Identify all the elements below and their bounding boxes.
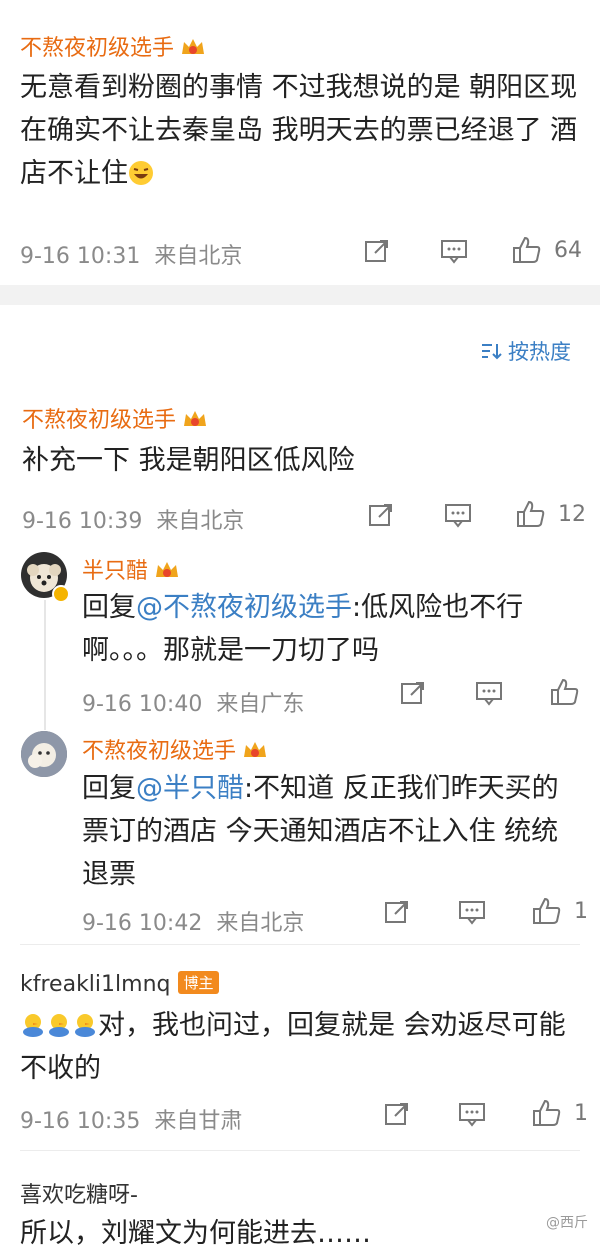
verified-badge-icon [52,585,70,603]
reply-1-meta: 9-16 10:40 来自广东 [82,692,305,717]
like-button[interactable]: 12 [516,500,586,528]
top-comment-meta: 9-16 10:31 来自北京 [20,244,243,269]
comment-icon[interactable] [458,899,486,925]
comment-3-meta: 9-16 10:35 来自甘肃 [20,1109,243,1134]
thread-username[interactable]: 不熬夜初级选手 [22,402,208,434]
mention-link[interactable]: @半只醋 [136,773,244,804]
sort-by-hot-button[interactable]: 按热度 [480,336,571,366]
like-button[interactable]: 64 [512,236,582,264]
comment-4-username[interactable]: 喜欢吃糖呀- [20,1177,138,1209]
reply-2-meta: 9-16 10:42 来自北京 [82,911,305,936]
comment-icon[interactable] [475,680,503,706]
like-button[interactable]: 1 [532,897,588,925]
mention-link[interactable]: @不熬夜初级选手 [136,592,352,623]
like-count: 64 [554,237,582,263]
share-icon[interactable] [364,238,390,264]
crown-badge-icon [244,742,267,757]
comment-icon[interactable] [444,502,472,528]
comment-separator [20,1150,580,1151]
thumbs-up-icon [513,236,541,263]
section-divider [0,285,600,305]
crown-badge-icon [156,562,179,577]
like-count: 1 [574,1100,588,1126]
crown-badge-icon [182,39,205,54]
like-count: 12 [558,501,586,527]
lamb-avatar-icon [21,731,67,777]
sort-icon [482,344,502,360]
thread-connector-line [44,600,46,730]
thumbs-up-icon [551,678,579,705]
thumbs-up-icon [533,897,561,924]
thumbs-up-icon [517,500,545,527]
comment-3-username[interactable]: kfreakli1lmnq 博主 [20,971,219,997]
reply-2-text: 回复@半只醋:不知道 反正我们昨天买的票订的酒店 今天通知酒店不让入住 统统退票 [82,773,559,890]
thread-main-meta: 9-16 10:39 来自北京 [22,509,245,534]
share-icon[interactable] [368,502,394,528]
comment-icon[interactable] [440,238,468,264]
thread-main-text: 补充一下 我是朝阳区低风险 [22,445,355,476]
duck-emoji-icon [75,1014,95,1037]
top-comment-text: 无意看到粉圈的事情 不过我想说的是 朝阳区现在确实不让去秦皇岛 我明天去的票已经… [20,72,578,189]
duck-emoji-icon [23,1014,43,1037]
reply-1-text: 回复@不熬夜初级选手:低风险也不行啊。。。那就是一刀切了吗 [82,592,524,666]
reply-1-username[interactable]: 半只醋 [82,553,180,585]
comment-separator [20,944,580,945]
laughing-emoji-icon [129,161,153,185]
watermark: @西斤 [546,1215,588,1231]
comment-icon[interactable] [458,1101,486,1127]
share-icon[interactable] [400,680,426,706]
like-count: 1 [574,898,588,924]
reply-2-username[interactable]: 不熬夜初级选手 [82,733,268,765]
duck-emoji-icon [49,1014,69,1037]
comment-4-text: 所以，刘耀文为何能进去…… [20,1218,371,1249]
like-button[interactable]: 1 [532,1099,588,1127]
thumbs-up-icon [533,1099,561,1126]
author-badge: 博主 [178,971,219,994]
top-comment-username[interactable]: 不熬夜初级选手 [20,30,206,62]
crown-badge-icon [184,411,207,426]
avatar[interactable] [21,731,67,777]
like-button[interactable] [550,678,580,706]
share-icon[interactable] [384,1101,410,1127]
comment-3-text: 对，我也问过，回复就是 会劝返尽可能不收的 [20,1010,566,1084]
share-icon[interactable] [384,899,410,925]
